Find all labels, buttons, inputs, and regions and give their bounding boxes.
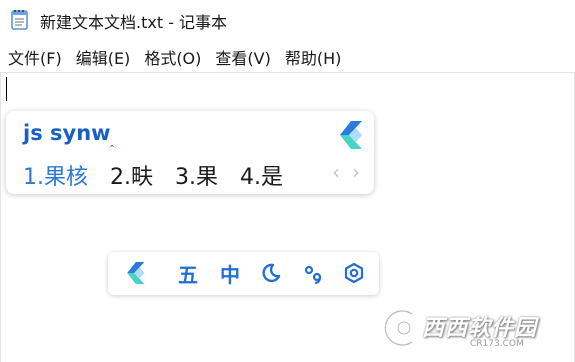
wubi-logo-icon (340, 121, 362, 149)
menu-help[interactable]: 帮助(H) (278, 45, 349, 69)
menu-format[interactable]: 格式(O) (137, 45, 208, 69)
chevron-right-icon[interactable]: › (352, 161, 360, 183)
settings-gear-icon (344, 262, 364, 284)
ime-status-toolbar: 五 中 (108, 252, 379, 295)
language-toggle-button[interactable]: 中 (217, 260, 243, 287)
candidate-3[interactable]: 3.果 (175, 159, 218, 191)
toolbar-logo-button[interactable] (122, 260, 148, 286)
settings-button[interactable] (341, 260, 367, 286)
watermark-text: 西西软件园 (422, 316, 538, 341)
chevron-left-icon[interactable]: ‹ (332, 161, 340, 183)
candidate-2[interactable]: 2.畉 (110, 159, 153, 191)
window-title: 新建文本文档.txt - 记事本 (40, 13, 228, 32)
site-watermark: 西西软件园 CR173.COM (378, 304, 568, 356)
menu-view[interactable]: 查看(V) (208, 45, 277, 69)
menu-file[interactable]: 文件(F) (0, 45, 69, 69)
half-moon-icon (262, 263, 281, 283)
half-full-width-button[interactable] (258, 260, 284, 286)
text-caret (6, 77, 7, 101)
composition-cursor-icon: ‸ (110, 133, 115, 147)
menu-bar: 文件(F) 编辑(E) 格式(O) 查看(V) 帮助(H) (0, 42, 575, 73)
language-label: 中 (220, 262, 240, 287)
wubi-logo-icon (127, 262, 145, 284)
menu-edit[interactable]: 编辑(E) (69, 45, 138, 69)
input-mode-label: 五 (178, 262, 198, 287)
notepad-window: 新建文本文档.txt - 记事本 文件(F) 编辑(E) 格式(O) 查看(V)… (0, 0, 575, 362)
input-mode-button[interactable]: 五 (175, 260, 201, 287)
notepad-app-icon (11, 10, 28, 30)
ime-candidate-window: js synw ‸ 1.果核 2.畉 3.果 4.是 ‹ › (6, 111, 374, 194)
candidate-paging: ‹ › (320, 161, 360, 183)
title-bar: 新建文本文档.txt - 记事本 (0, 0, 575, 38)
candidate-4[interactable]: 4.是 (240, 159, 283, 191)
candidate-list: 1.果核 2.畉 3.果 4.是 (23, 159, 305, 191)
candidate-1[interactable]: 1.果核 (23, 159, 88, 191)
watermark-logo-icon (380, 306, 417, 350)
watermark-subtext: CR173.COM (470, 339, 524, 349)
punctuation-toggle-button[interactable] (300, 260, 326, 286)
punctuation-icon (304, 265, 322, 284)
ime-composition-text: js synw (23, 121, 111, 145)
